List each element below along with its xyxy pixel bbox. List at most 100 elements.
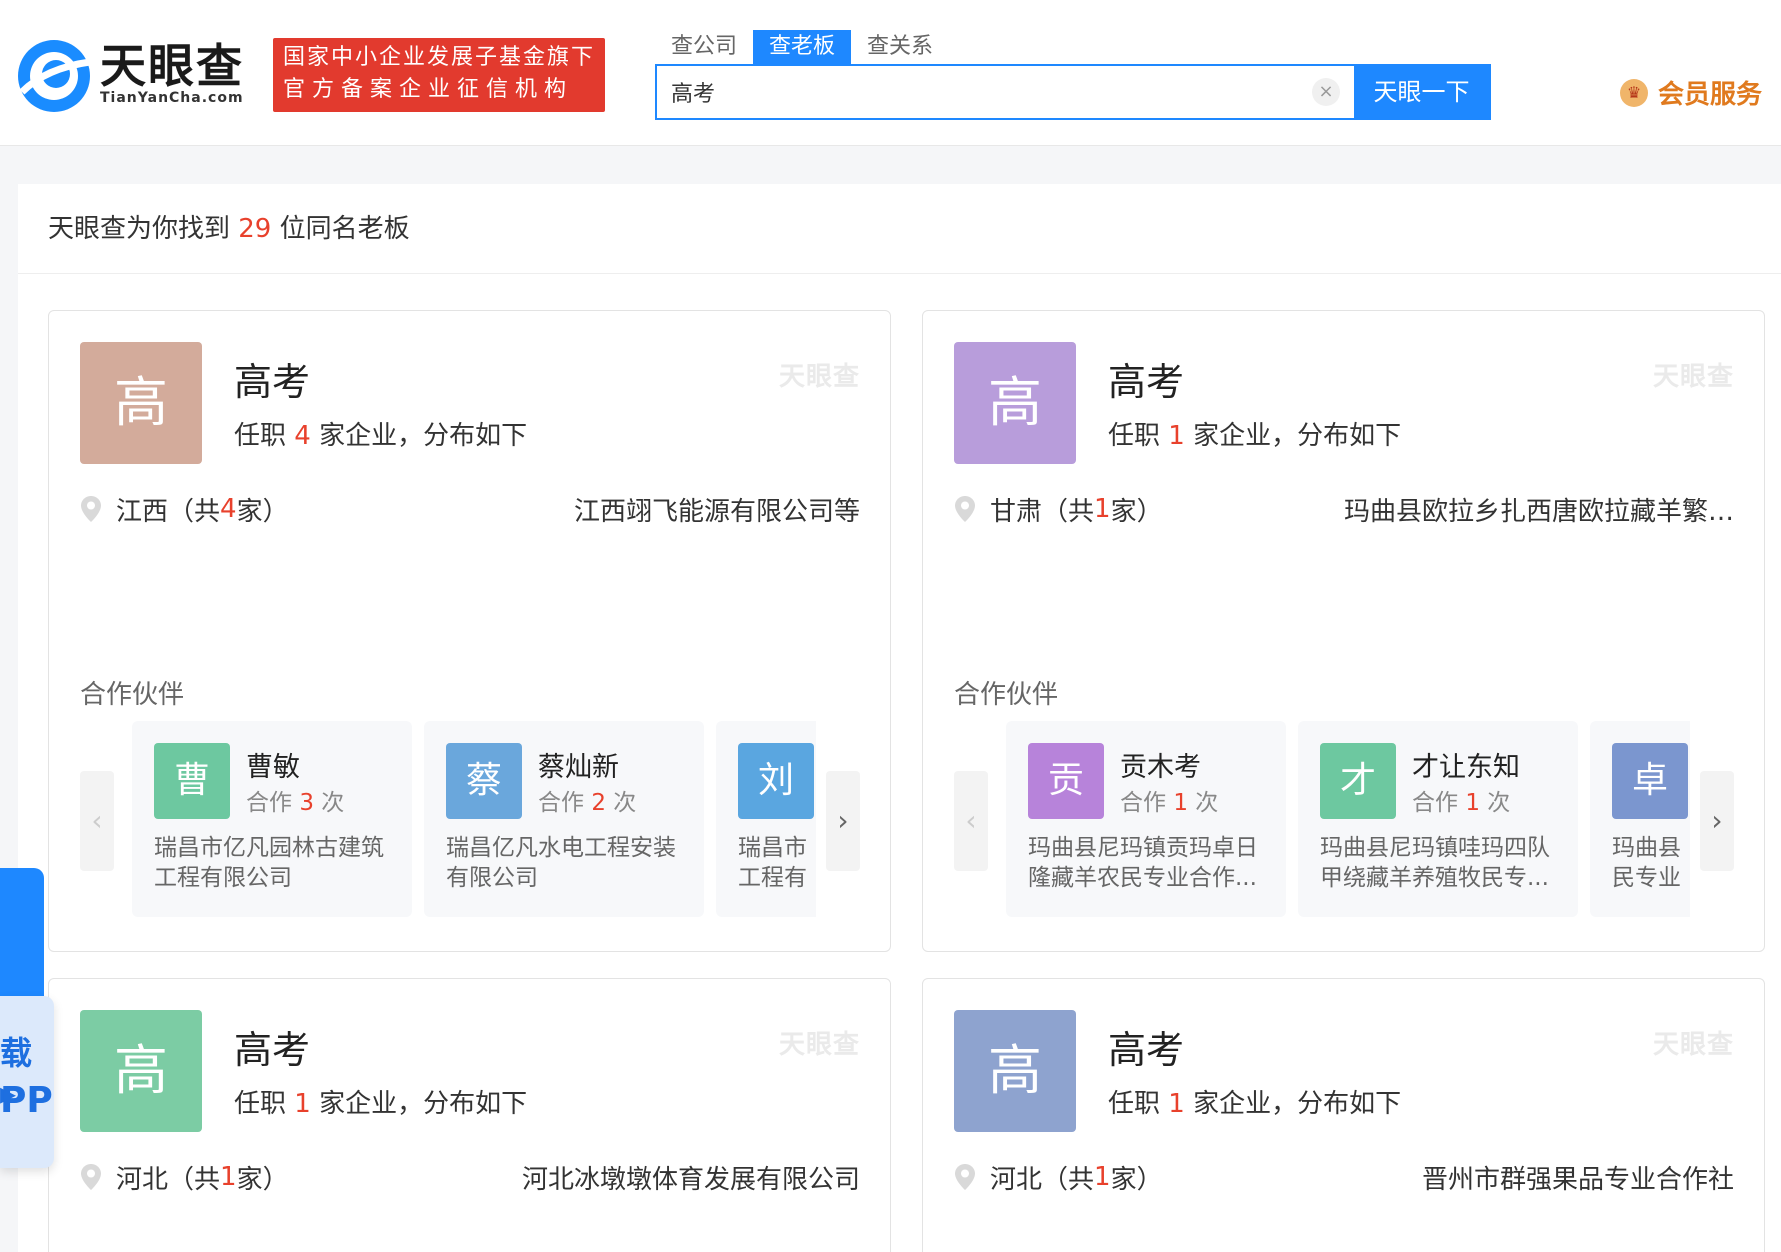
partner-count: 合作 2 次 (538, 783, 636, 817)
search-input[interactable] (657, 66, 1312, 118)
times-suffix: 次 (313, 790, 345, 816)
region-company-link[interactable]: 晋州市群强果品专业合作社 (1422, 1159, 1734, 1196)
region-count: 1 (220, 1162, 237, 1192)
company-count: 1 (1168, 1089, 1185, 1119)
region-company-link[interactable]: 河北冰墩墩体育发展有限公司 (522, 1159, 860, 1196)
partner-card[interactable]: 卓 玛曲县民专业 (1590, 721, 1690, 917)
app-tab-text-2: PP (0, 1080, 53, 1121)
tab-search-boss[interactable]: 查老板 (753, 30, 852, 64)
region-company-link[interactable]: 江西翊飞能源有限公司等 (574, 491, 860, 528)
summary-suffix: 家企业，分布如下 (310, 421, 528, 451)
boss-summary: 任职 1 家企业，分布如下 (1108, 415, 1401, 452)
boss-name[interactable]: 高考 (1108, 1019, 1184, 1074)
boss-name[interactable]: 高考 (1108, 351, 1184, 406)
times-value: 1 (1465, 790, 1480, 816)
boss-name[interactable]: 高考 (234, 1019, 310, 1074)
partner-company[interactable]: 瑞昌市亿凡园林古建筑工程有限公司 (154, 833, 394, 893)
carousel-next-icon[interactable]: › (1700, 771, 1734, 871)
carousel-prev-icon[interactable]: ‹ (954, 771, 988, 871)
boss-avatar[interactable]: 高 (954, 1010, 1076, 1132)
region-name: 江西（共 (116, 496, 221, 527)
region-row: 甘肃（共 1 家） 玛曲县欧拉乡扎西唐欧拉藏羊繁… (954, 489, 1734, 529)
region-row: 江西（共 4 家） 江西翊飞能源有限公司等 (80, 489, 860, 529)
logo-eye-icon (18, 40, 91, 112)
clear-search-icon[interactable]: × (1312, 78, 1340, 106)
partner-name[interactable]: 才让东知 (1412, 745, 1520, 784)
boss-summary: 任职 1 家企业，分布如下 (234, 1083, 527, 1120)
boss-card[interactable]: 高 高考 任职 1 家企业，分布如下 天眼查 河北（共 1 家） 河北冰墩墩体育发展… (48, 978, 891, 1252)
region-suffix: 家） (1110, 1164, 1163, 1195)
region-count: 4 (220, 494, 237, 524)
summary-prefix: 任职 (234, 421, 295, 451)
slogan-badge: 国家中小企业发展子基金旗下 官方备案企业征信机构 (273, 38, 605, 112)
summary-prefix: 任职 (1108, 1089, 1169, 1119)
boss-card[interactable]: 高 高考 任职 1 家企业，分布如下 天眼查 甘肃（共 1 家） 玛曲县欧拉乡扎西唐… (922, 310, 1765, 952)
top-header: 天眼查 TianYanCha.com 国家中小企业发展子基金旗下 官方备案企业征… (0, 0, 1781, 146)
boss-avatar[interactable]: 高 (80, 1010, 202, 1132)
partner-count: 合作 3 次 (246, 783, 344, 817)
partner-company[interactable]: 瑞昌市工程有 (738, 833, 808, 893)
carousel-prev-icon[interactable]: ‹ (80, 771, 114, 871)
partners-title: 合作伙伴 (954, 680, 1059, 710)
boss-name[interactable]: 高考 (234, 351, 310, 406)
times-value: 3 (299, 790, 314, 816)
partner-name[interactable]: 曹敏 (246, 745, 300, 784)
summary-suffix: 家企业，分布如下 (1184, 1089, 1402, 1119)
region-suffix: 家） (236, 1164, 289, 1195)
search-button[interactable]: 天眼一下 (1354, 66, 1489, 118)
result-prefix: 天眼查为你找到 (48, 214, 239, 244)
summary-prefix: 任职 (234, 1089, 295, 1119)
vip-service-link[interactable]: ♛ 会员服务 (1620, 74, 1762, 111)
summary-suffix: 家企业，分布如下 (1184, 421, 1402, 451)
logo-subtext: TianYanCha.com (100, 90, 244, 106)
partner-card[interactable]: 刘 瑞昌市工程有 (716, 721, 816, 917)
partner-card[interactable]: 曹 曹敏 合作 3 次 瑞昌市亿凡园林古建筑工程有限公司 (132, 721, 412, 917)
partner-card[interactable]: 蔡 蔡灿新 合作 2 次 瑞昌亿凡水电工程安装有限公司 (424, 721, 704, 917)
watermark: 天眼查 (778, 362, 860, 392)
partner-company[interactable]: 玛曲县尼玛镇贡玛卓日隆藏羊农民专业合作... (1028, 833, 1268, 893)
tab-search-company[interactable]: 查公司 (655, 30, 753, 64)
boss-card[interactable]: 高 高考 任职 4 家企业，分布如下 天眼查 江西（共 4 家） 江西翊飞能源有限公… (48, 310, 891, 952)
site-logo[interactable]: 天眼查 TianYanCha.com (16, 38, 256, 114)
app-download-tab[interactable]: 载▸ PP (0, 868, 54, 1168)
partner-company[interactable]: 玛曲县民专业 (1612, 833, 1682, 893)
carousel-next-icon[interactable]: › (826, 771, 860, 871)
slogan-line-1: 国家中小企业发展子基金旗下 (283, 45, 596, 70)
partner-card[interactable]: 贡 贡木考 合作 1 次 玛曲县尼玛镇贡玛卓日隆藏羊农民专业合作... (1006, 721, 1286, 917)
partner-name[interactable]: 蔡灿新 (538, 745, 619, 784)
tab-search-relation[interactable]: 查关系 (851, 30, 949, 64)
partner-company[interactable]: 瑞昌亿凡水电工程安装有限公司 (446, 833, 686, 893)
partner-count: 合作 1 次 (1120, 783, 1218, 817)
times-value: 1 (1173, 790, 1188, 816)
region-name: 河北（共 (116, 1164, 221, 1195)
times-prefix: 合作 (1120, 790, 1174, 816)
times-prefix: 合作 (246, 790, 300, 816)
partners-carousel: ‹ 贡 贡木考 合作 1 次 玛曲县尼玛镇贡玛卓日隆藏羊农民专业合作... 才 … (954, 721, 1734, 917)
slogan-line-2: 官方备案企业征信机构 (283, 77, 574, 102)
result-summary: 天眼查为你找到 29 位同名老板 (18, 184, 1781, 274)
partner-card[interactable]: 才 才让东知 合作 1 次 玛曲县尼玛镇哇玛四队甲绕藏羊养殖牧民专... (1298, 721, 1578, 917)
partner-name[interactable]: 贡木考 (1120, 745, 1201, 784)
region-company-link[interactable]: 玛曲县欧拉乡扎西唐欧拉藏羊繁… (1344, 491, 1734, 528)
partner-avatar: 贡 (1028, 743, 1104, 819)
region-suffix: 家） (236, 496, 289, 527)
boss-card[interactable]: 高 高考 任职 1 家企业，分布如下 天眼查 河北（共 1 家） 晋州市群强果品专业… (922, 978, 1765, 1252)
partner-company[interactable]: 玛曲县尼玛镇哇玛四队甲绕藏羊养殖牧民专... (1320, 833, 1560, 893)
boss-avatar[interactable]: 高 (954, 342, 1076, 464)
app-tab-top (0, 868, 44, 1008)
region-count: 1 (1094, 494, 1111, 524)
boss-avatar[interactable]: 高 (80, 342, 202, 464)
location-pin-icon (955, 1164, 975, 1190)
partner-avatar: 卓 (1612, 743, 1688, 819)
boss-summary: 任职 1 家企业，分布如下 (1108, 1083, 1401, 1120)
region: 河北（共 1 家） (954, 1159, 1163, 1196)
vip-service-label: 会员服务 (1658, 80, 1763, 110)
location-pin-icon (81, 1164, 101, 1190)
region-name: 河北（共 (990, 1164, 1095, 1195)
summary-prefix: 任职 (1108, 421, 1169, 451)
boss-summary: 任职 4 家企业，分布如下 (234, 415, 527, 452)
logo-text: 天眼查 (100, 39, 244, 93)
watermark: 天眼查 (778, 1030, 860, 1060)
partner-count: 合作 1 次 (1412, 783, 1510, 817)
company-count: 1 (1168, 421, 1185, 451)
